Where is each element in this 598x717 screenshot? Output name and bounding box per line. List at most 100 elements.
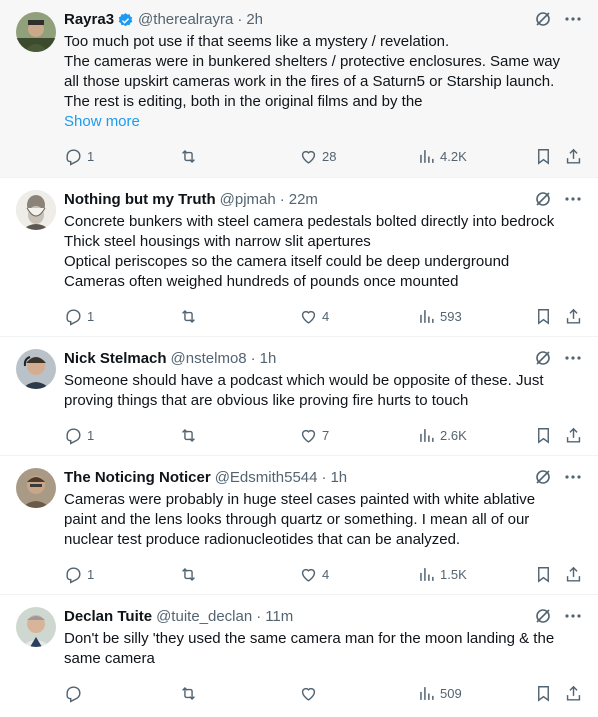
more-options-icon[interactable] <box>564 10 582 28</box>
reply-feed: Rayra3 @therealrayra · 2h Too much pot u… <box>0 0 598 711</box>
tweet-top-icons <box>534 190 582 208</box>
heart-icon <box>301 429 316 443</box>
share-button[interactable] <box>564 147 583 166</box>
avatar[interactable] <box>16 349 56 389</box>
author-name[interactable]: Nick Stelmach <box>64 349 167 369</box>
tweet[interactable]: Declan Tuite @tuite_declan · 11m Don't b… <box>0 595 598 711</box>
grok-icon[interactable] <box>534 349 552 367</box>
bookmark-button[interactable] <box>534 684 553 703</box>
reply-button[interactable]: 1 <box>64 565 94 584</box>
reply-button[interactable] <box>64 684 87 703</box>
tweet-timestamp[interactable]: 2h <box>246 10 263 30</box>
share-button[interactable] <box>564 426 583 445</box>
reply-button[interactable]: 1 <box>64 307 94 326</box>
tweet[interactable]: Nick Stelmach @nstelmo8 · 1h Someone sho… <box>0 337 598 456</box>
share-icon <box>566 308 581 324</box>
verified-badge-icon <box>117 12 134 29</box>
author-name[interactable]: Rayra3 <box>64 10 114 30</box>
tweet-top-icons <box>534 349 582 367</box>
retweet-button[interactable] <box>179 307 202 326</box>
share-button[interactable] <box>564 307 583 326</box>
more-options-icon[interactable] <box>564 468 582 486</box>
tweet-timestamp[interactable]: 1h <box>260 349 277 369</box>
author-name[interactable]: Nothing but my Truth <box>64 190 216 210</box>
show-more-link[interactable]: Show more <box>64 112 582 132</box>
reply-count: 1 <box>87 148 95 164</box>
author-handle[interactable]: @tuite_declan <box>156 607 252 627</box>
tweet-actions: 1 28 4.2K <box>64 146 582 180</box>
tweet-header: Nick Stelmach @nstelmo8 · 1h <box>64 349 277 369</box>
bookmark-icon <box>538 148 549 165</box>
analytics-icon <box>420 149 434 163</box>
more-options-icon[interactable] <box>564 607 582 625</box>
author-handle[interactable]: @pjmah <box>220 190 276 210</box>
more-options-icon[interactable] <box>564 190 582 208</box>
like-button[interactable]: 4 <box>299 565 329 584</box>
grok-icon[interactable] <box>534 190 552 208</box>
like-count: 28 <box>322 148 337 164</box>
bookmark-icon <box>538 566 549 583</box>
retweet-button[interactable] <box>179 426 202 445</box>
reply-button[interactable]: 1 <box>64 426 94 445</box>
retweet-icon <box>182 686 195 700</box>
tweet-timestamp[interactable]: 11m <box>265 607 293 627</box>
views-button[interactable]: 4.2K <box>417 147 467 166</box>
author-handle[interactable]: @Edsmith5544 <box>215 468 318 488</box>
grok-icon[interactable] <box>534 10 552 28</box>
tweet-header: Nothing but my Truth @pjmah · 22m <box>64 190 318 210</box>
share-button[interactable] <box>564 565 583 584</box>
bookmark-button[interactable] <box>534 426 553 445</box>
avatar[interactable] <box>16 190 56 230</box>
share-button[interactable] <box>564 684 583 703</box>
bookmark-icon <box>538 685 549 702</box>
reply-icon <box>66 148 81 166</box>
bookmark-icon <box>538 427 549 444</box>
views-count: 2.6K <box>440 427 467 443</box>
retweet-icon <box>182 567 195 581</box>
like-button[interactable]: 7 <box>299 426 329 445</box>
reply-button[interactable]: 1 <box>64 147 94 166</box>
views-button[interactable]: 509 <box>417 684 462 703</box>
share-icon <box>566 148 581 164</box>
views-button[interactable]: 593 <box>417 307 462 326</box>
views-button[interactable]: 2.6K <box>417 426 467 445</box>
views-button[interactable]: 1.5K <box>417 565 467 584</box>
author-name[interactable]: Declan Tuite <box>64 607 152 627</box>
retweet-button[interactable] <box>179 684 202 703</box>
tweet[interactable]: The Noticing Noticer @Edsmith5544 · 1h C… <box>0 456 598 595</box>
grok-icon[interactable] <box>534 468 552 486</box>
more-options-icon[interactable] <box>564 349 582 367</box>
avatar[interactable] <box>16 607 56 647</box>
tweet-timestamp[interactable]: 22m <box>289 190 318 210</box>
author-handle[interactable]: @therealrayra <box>138 10 233 30</box>
share-icon <box>566 685 581 701</box>
heart-icon <box>301 150 316 164</box>
tweet-text: Don't be silly 'they used the same camer… <box>64 630 555 667</box>
heart-icon <box>301 310 316 324</box>
avatar[interactable] <box>16 468 56 508</box>
like-button[interactable] <box>299 684 322 703</box>
like-button[interactable]: 4 <box>299 307 329 326</box>
like-button[interactable]: 28 <box>299 147 336 166</box>
avatar[interactable] <box>16 12 56 52</box>
tweet[interactable]: Nothing but my Truth @pjmah · 22m Concre… <box>0 178 598 337</box>
tweet-text: Too much pot use if that seems like a my… <box>64 32 582 132</box>
retweet-button[interactable] <box>179 565 202 584</box>
retweet-icon <box>182 149 195 163</box>
bookmark-button[interactable] <box>534 147 553 166</box>
tweet-timestamp[interactable]: 1h <box>330 468 347 488</box>
tweet-header: Rayra3 @therealrayra · 2h <box>64 10 264 30</box>
tweet-text: Concrete bunkers with steel camera pedes… <box>64 213 555 290</box>
share-icon <box>566 566 581 582</box>
tweet-top-icons <box>534 10 582 28</box>
author-handle[interactable]: @nstelmo8 <box>171 349 247 369</box>
bookmark-button[interactable] <box>534 565 553 584</box>
retweet-button[interactable] <box>179 147 202 166</box>
reply-count: 1 <box>87 427 95 443</box>
grok-icon[interactable] <box>534 607 552 625</box>
tweet-actions: 509 <box>64 683 582 717</box>
author-name[interactable]: The Noticing Noticer <box>64 468 211 488</box>
bookmark-button[interactable] <box>534 307 553 326</box>
tweet[interactable]: Rayra3 @therealrayra · 2h Too much pot u… <box>0 0 598 178</box>
tweet-top-icons <box>534 468 582 486</box>
